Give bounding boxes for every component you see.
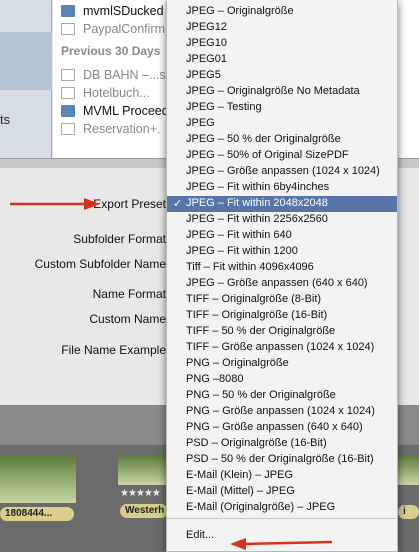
- menu-item[interactable]: JPEG – Fit within 1200: [167, 244, 397, 260]
- menu-item-label: JPEG – Größe anpassen (1024 x 1024): [186, 165, 380, 177]
- menu-item[interactable]: JPEG – Originalgröße: [167, 4, 397, 20]
- menu-item[interactable]: PNG –8080: [167, 372, 397, 388]
- menu-item-label: JPEG – Fit within 2256x2560: [186, 213, 328, 225]
- menu-item-label: Tiff – Fit within 4096x4096: [186, 261, 314, 273]
- menu-item-label: Edit...: [186, 529, 215, 541]
- menu-item-label: JPEG – Testing: [186, 101, 262, 113]
- menu-item[interactable]: PSD – Originalgröße (16-Bit): [167, 436, 397, 452]
- menu-item[interactable]: TIFF – Größe anpassen (1024 x 1024): [167, 340, 397, 356]
- thumbnail-caption: Westerh: [120, 504, 168, 518]
- menu-item[interactable]: E-Mail (Mittel) – JPEG: [167, 484, 397, 500]
- folder-icon: [61, 5, 75, 17]
- menu-item[interactable]: TIFF – Originalgröße (8-Bit): [167, 292, 397, 308]
- sidebar-selected-row[interactable]: [0, 32, 52, 90]
- menu-item-label: PSD – 50 % der Originalgröße (16-Bit): [186, 453, 374, 465]
- menu-item-label: PNG – 50 % der Originalgröße: [186, 389, 336, 401]
- menu-item[interactable]: PNG – Originalgröße: [167, 356, 397, 372]
- folder-icon: [61, 105, 75, 117]
- menu-item[interactable]: TIFF – Originalgröße (16-Bit): [167, 308, 397, 324]
- menu-item[interactable]: PNG – 50 % der Originalgröße: [167, 388, 397, 404]
- name-format-label: Name Format: [92, 287, 166, 301]
- menu-item[interactable]: Tiff – Fit within 4096x4096: [167, 260, 397, 276]
- subfolder-format-label: Subfolder Format: [73, 232, 166, 246]
- menu-item-label: JPEG – Fit within 1200: [186, 245, 298, 257]
- section-title: Previous 30 Days: [61, 44, 161, 58]
- menu-item-label: JPEG – 50% of Original SizePDF: [186, 149, 349, 161]
- menu-item[interactable]: E-Mail (Klein) – JPEG: [167, 468, 397, 484]
- sidebar-text-fragment: ts: [0, 112, 11, 127]
- menu-item-label: JPEG01: [186, 53, 227, 65]
- menu-item-label: TIFF – Originalgröße (16-Bit): [186, 309, 328, 321]
- annotation-arrow-left-icon: [230, 538, 333, 550]
- photo-thumbnail[interactable]: [118, 455, 168, 485]
- menu-separator: [167, 518, 397, 519]
- menu-item-label: JPEG – Fit within 6by4inches: [186, 181, 330, 193]
- document-icon: [61, 23, 75, 35]
- menu-item[interactable]: JPEG01: [167, 52, 397, 68]
- rating-stars[interactable]: ★★★★★: [120, 488, 161, 499]
- menu-item[interactable]: JPEG – Testing: [167, 100, 397, 116]
- sidebar-pane: ts: [0, 0, 52, 158]
- menu-item[interactable]: PNG – Größe anpassen (1024 x 1024): [167, 404, 397, 420]
- menu-item-label: JPEG – Fit within 2048x2048: [186, 197, 328, 209]
- menu-item-label: JPEG: [186, 117, 215, 129]
- checkmark-icon: ✓: [173, 198, 183, 210]
- document-icon: [61, 123, 75, 135]
- menu-item-label: JPEG – Originalgröße: [186, 5, 294, 17]
- file-name: mvmlSDucked: [83, 4, 164, 18]
- menu-item-label: TIFF – Originalgröße (8-Bit): [186, 293, 322, 305]
- menu-item[interactable]: JPEG10: [167, 36, 397, 52]
- menu-item-label: PNG –8080: [186, 373, 244, 385]
- menu-item-label: JPEG – Fit within 640: [186, 229, 292, 241]
- menu-item-label: PNG – Größe anpassen (1024 x 1024): [186, 405, 375, 417]
- menu-item[interactable]: JPEG – Fit within 2256x2560: [167, 212, 397, 228]
- menu-item-label: JPEG10: [186, 37, 227, 49]
- thumbnail-caption: i: [398, 505, 419, 519]
- menu-item-label: PSD – Originalgröße (16-Bit): [186, 437, 327, 449]
- menu-item[interactable]: E-Mail (Originalgröße) – JPEG: [167, 500, 397, 516]
- file-name-example-label: File Name Example: [61, 343, 166, 357]
- menu-item[interactable]: JPEG – Originalgröße No Metadata: [167, 84, 397, 100]
- menu-item[interactable]: JPEG – Größe anpassen (640 x 640): [167, 276, 397, 292]
- export-preset-menu: JPEG – Originalgröße JPEG12 JPEG10 JPEG01 JP…: [166, 0, 398, 552]
- file-name: Hotelbuch...: [83, 86, 150, 100]
- menu-item[interactable]: ✓ JPEG – Fit within 2048x2048: [167, 196, 397, 212]
- menu-item-label: JPEG12: [186, 21, 227, 33]
- menu-item[interactable]: PNG – Größe anpassen (640 x 640): [167, 420, 397, 436]
- file-name: PaypalConfirm: [83, 22, 165, 36]
- menu-item-label: TIFF – 50 % der Originalgröße: [186, 325, 336, 337]
- menu-item[interactable]: PSD – 50 % der Originalgröße (16-Bit): [167, 452, 397, 468]
- photo-thumbnail[interactable]: [398, 455, 419, 485]
- menu-item[interactable]: JPEG – Fit within 6by4inches: [167, 180, 397, 196]
- menu-item-label: E-Mail (Klein) – JPEG: [186, 469, 293, 481]
- menu-item[interactable]: JPEG5: [167, 68, 397, 84]
- menu-item[interactable]: JPEG – Größe anpassen (1024 x 1024): [167, 164, 397, 180]
- menu-item-label: PNG – Größe anpassen (640 x 640): [186, 421, 363, 433]
- menu-item-label: JPEG – Originalgröße No Metadata: [186, 85, 360, 97]
- custom-name-label: Custom Name: [89, 312, 166, 326]
- menu-item-label: E-Mail (Mittel) – JPEG: [186, 485, 295, 497]
- file-name: Reservation+.: [83, 122, 161, 136]
- document-icon: [61, 69, 75, 81]
- file-name: DB BAHN –...s: [83, 68, 166, 82]
- menu-item[interactable]: JPEG – 50 % der Originalgröße: [167, 132, 397, 148]
- annotation-arrow-right-icon: [10, 198, 100, 210]
- menu-item[interactable]: JPEG: [167, 116, 397, 132]
- photo-thumbnail[interactable]: [0, 455, 76, 503]
- menu-item-label: PNG – Originalgröße: [186, 357, 289, 369]
- menu-item-label: TIFF – Größe anpassen (1024 x 1024): [186, 341, 375, 353]
- menu-item-label: JPEG5: [186, 69, 221, 81]
- menu-item-label: JPEG – Größe anpassen (640 x 640): [186, 277, 368, 289]
- menu-item-label: E-Mail (Originalgröße) – JPEG: [186, 501, 336, 513]
- menu-item[interactable]: TIFF – 50 % der Originalgröße: [167, 324, 397, 340]
- custom-subfolder-name-label: Custom Subfolder Name: [34, 257, 166, 271]
- export-preset-label: Export Preset: [93, 197, 166, 211]
- menu-item[interactable]: JPEG – 50% of Original SizePDF: [167, 148, 397, 164]
- thumbnail-caption: 1808444...: [0, 507, 74, 521]
- menu-item[interactable]: JPEG12: [167, 20, 397, 36]
- file-name: MVML Proceed: [83, 104, 169, 118]
- menu-item-label: JPEG – 50 % der Originalgröße: [186, 133, 341, 145]
- document-icon: [61, 87, 75, 99]
- menu-item[interactable]: JPEG – Fit within 640: [167, 228, 397, 244]
